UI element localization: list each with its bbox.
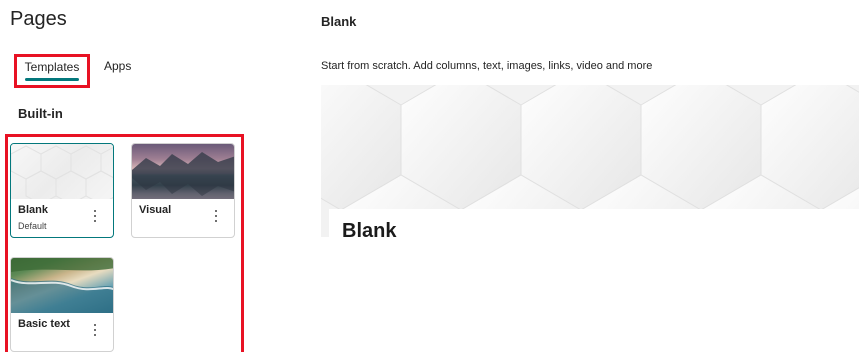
selected-tab-indicator (25, 78, 79, 81)
preview-title-area (329, 209, 859, 249)
template-default-label: Default (18, 221, 47, 231)
template-card-basic-text[interactable]: Basic text (10, 257, 114, 352)
page-template-picker: Pages Templates Apps Built-in Blank Defa… (0, 0, 859, 352)
template-card-blank[interactable]: Blank Default (10, 143, 114, 238)
tab-apps[interactable]: Apps (104, 54, 144, 84)
template-thumbnail-basic-text (11, 258, 113, 313)
preview-title: Blank (321, 14, 357, 29)
tab-apps-label: Apps (104, 59, 132, 73)
more-options-icon[interactable] (93, 210, 97, 226)
template-name: Blank (18, 204, 48, 216)
aerial-beach-image (11, 258, 113, 313)
tab-templates-label: Templates (24, 60, 80, 74)
lake-landscape-image (132, 152, 234, 199)
template-thumbnail-blank (11, 144, 113, 205)
section-heading-built-in: Built-in (18, 106, 63, 121)
template-name: Basic text (18, 318, 70, 330)
more-options-icon[interactable] (214, 210, 218, 226)
template-name: Visual (139, 204, 172, 216)
hexagon-pattern-image (11, 145, 113, 205)
more-options-icon[interactable] (93, 324, 97, 340)
template-thumbnail-visual (132, 144, 234, 199)
panel-title: Pages (10, 8, 67, 30)
preview-page-heading: Blank (342, 220, 397, 242)
tab-templates[interactable]: Templates (14, 54, 90, 88)
template-card-visual[interactable]: Visual (131, 143, 235, 238)
preview-description: Start from scratch. Add columns, text, i… (321, 60, 653, 72)
